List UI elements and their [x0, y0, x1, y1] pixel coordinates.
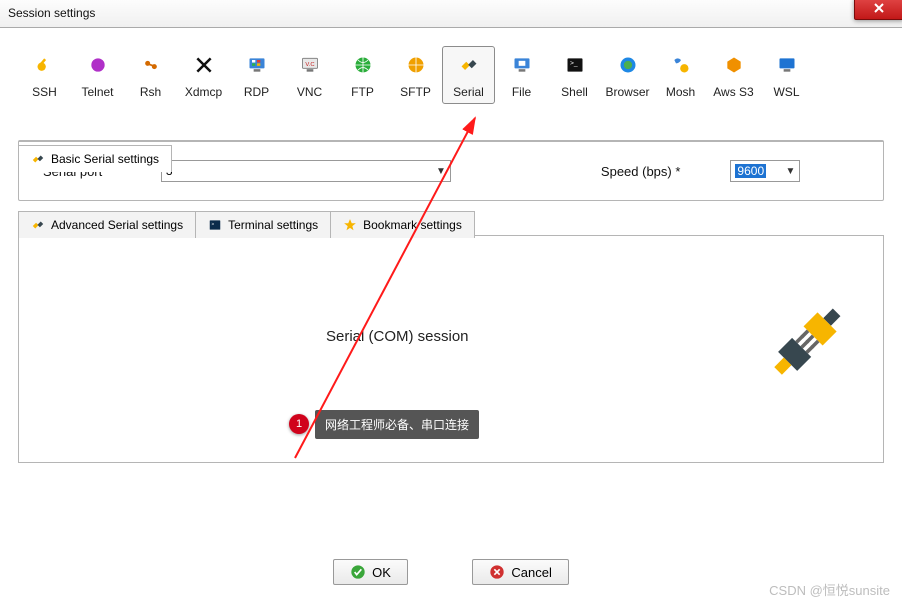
ok-button[interactable]: OK	[333, 559, 408, 585]
tab-basic-serial[interactable]: Basic Serial settings	[18, 145, 172, 172]
annotation-tooltip: 网络工程师必备、串口连接	[315, 410, 479, 439]
tool-wsl[interactable]: WSL	[760, 46, 813, 104]
svg-text:>_: >_	[570, 60, 578, 67]
ok-check-icon	[350, 564, 366, 580]
close-icon	[873, 2, 885, 14]
rsh-icon	[141, 55, 161, 75]
file-icon	[512, 55, 532, 75]
tool-awss3[interactable]: Aws S3	[707, 46, 760, 104]
annotation-badge: 1	[289, 414, 309, 434]
key-icon	[35, 55, 55, 75]
tool-telnet[interactable]: Telnet	[71, 46, 124, 104]
cancel-x-icon	[489, 564, 505, 580]
speed-label: Speed (bps) *	[601, 164, 681, 179]
tool-browser[interactable]: Browser	[601, 46, 654, 104]
shell-icon: >_	[565, 55, 585, 75]
serial-plug-icon	[31, 152, 45, 166]
chevron-down-icon: ▼	[786, 166, 796, 177]
ftp-icon	[353, 55, 373, 75]
mosh-icon	[671, 55, 691, 75]
tool-rdp[interactable]: RDP	[230, 46, 283, 104]
wsl-icon	[777, 55, 797, 75]
tool-serial[interactable]: Serial	[442, 46, 495, 104]
tab-advanced-serial[interactable]: Advanced Serial settings	[18, 211, 196, 238]
window-title: Session settings	[8, 6, 95, 20]
tool-rsh[interactable]: Rsh	[124, 46, 177, 104]
titlebar: Session settings	[0, 0, 902, 28]
xdmcp-icon	[194, 55, 214, 75]
svg-text:V.C: V.C	[305, 62, 314, 68]
button-bar: OK Cancel	[0, 559, 902, 585]
chevron-down-icon: ▼	[436, 166, 446, 177]
tab-terminal[interactable]: > Terminal settings	[195, 211, 331, 238]
star-icon	[343, 218, 357, 232]
vnc-icon: V.C	[300, 55, 320, 75]
speed-combo[interactable]: 9600 ▼	[730, 160, 800, 182]
tab-bookmark[interactable]: Bookmark settings	[330, 211, 475, 238]
session-type-label: Serial (COM) session	[326, 328, 469, 345]
tool-ftp[interactable]: FTP	[336, 46, 389, 104]
aws-s3-icon	[724, 55, 744, 75]
serial-plug-large-icon	[763, 296, 853, 386]
close-button[interactable]	[854, 0, 902, 20]
tool-file[interactable]: File	[495, 46, 548, 104]
rdp-icon	[247, 55, 267, 75]
cancel-button[interactable]: Cancel	[472, 559, 568, 585]
tool-vnc[interactable]: V.C VNC	[283, 46, 336, 104]
tool-xdmcp[interactable]: Xdmcp	[177, 46, 230, 104]
tool-sftp[interactable]: SFTP	[389, 46, 442, 104]
tool-mosh[interactable]: Mosh	[654, 46, 707, 104]
serial-plug-icon	[459, 55, 479, 75]
svg-text:>: >	[212, 222, 215, 227]
serial-plug-icon	[31, 218, 45, 232]
telnet-icon	[88, 55, 108, 75]
tool-shell[interactable]: >_ Shell	[548, 46, 601, 104]
tool-ssh[interactable]: SSH	[18, 46, 71, 104]
browser-icon	[618, 55, 638, 75]
terminal-icon: >	[208, 218, 222, 232]
secondary-panel: Advanced Serial settings > Terminal sett…	[18, 235, 884, 463]
session-type-toolbar: SSH Telnet Rsh Xdmcp RDP V.C VNC FTP SFT	[18, 42, 884, 114]
sftp-icon	[406, 55, 426, 75]
watermark: CSDN @恒悦sunsite	[769, 580, 890, 599]
serial-port-combo[interactable]: 3 ▼	[161, 160, 451, 182]
